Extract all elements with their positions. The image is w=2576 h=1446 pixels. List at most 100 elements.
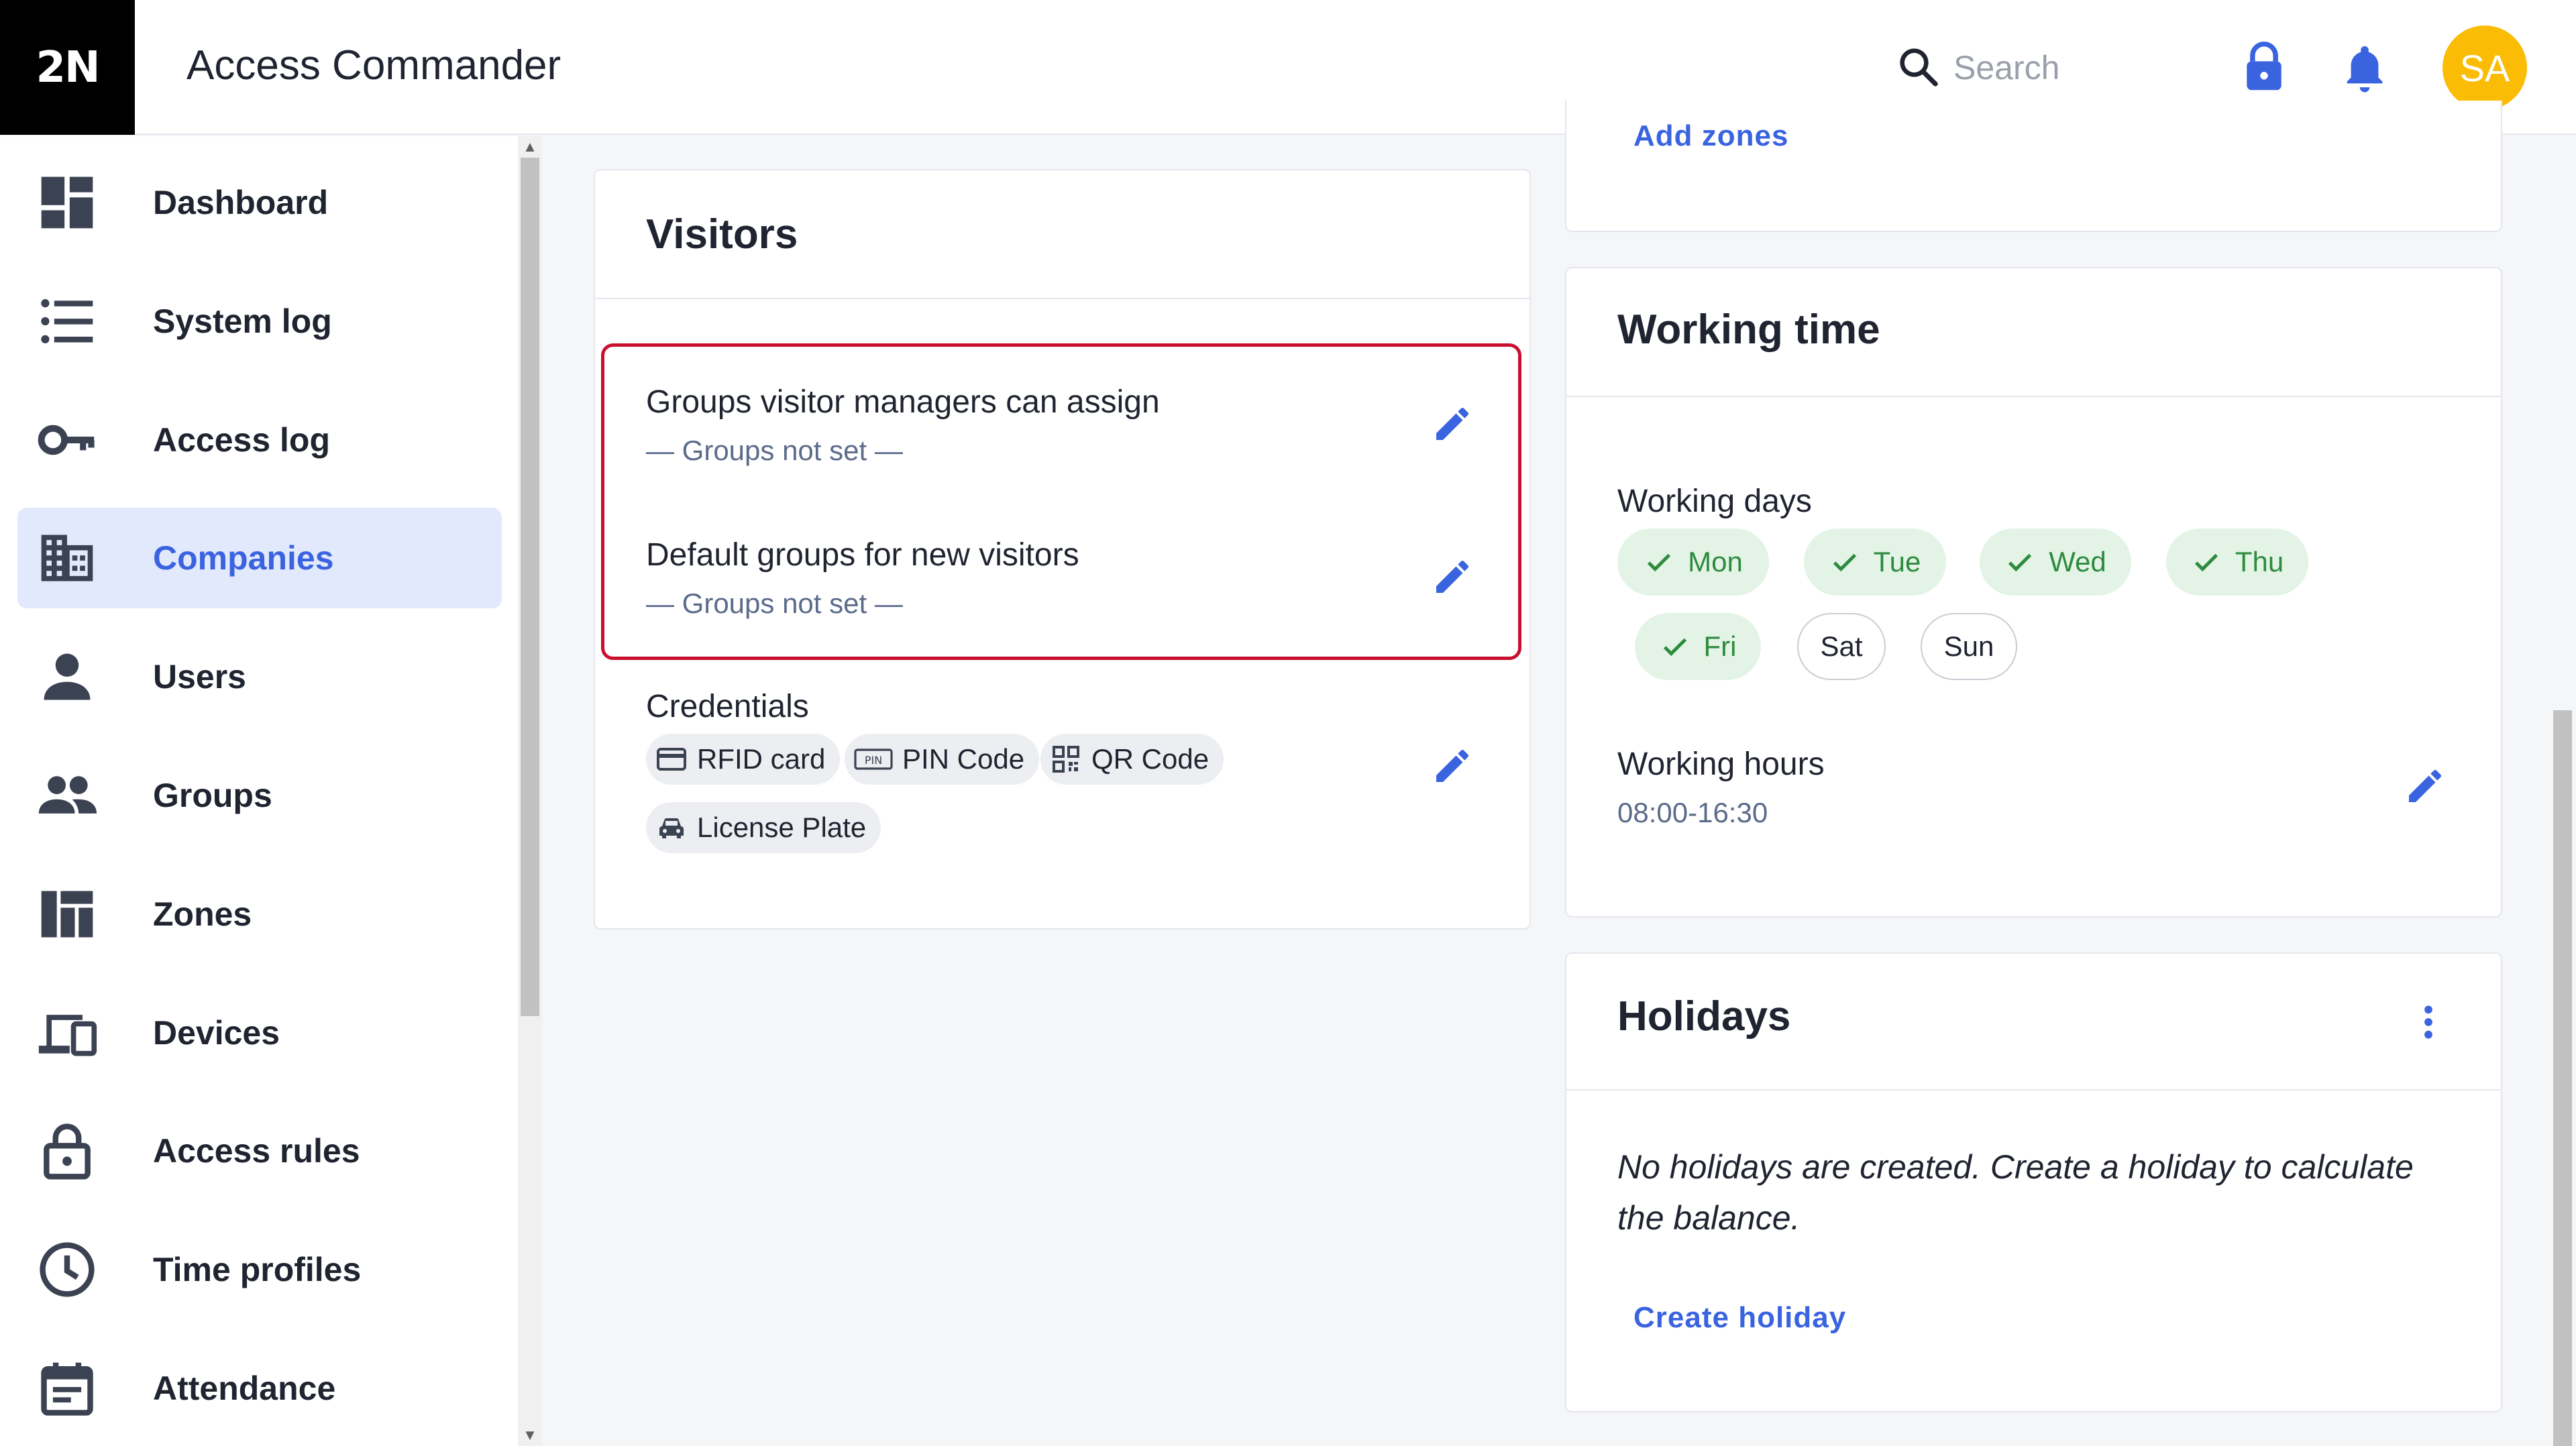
add-zones-link[interactable]: Add zones [1633,119,1788,153]
visitors-title: Visitors [646,211,798,258]
devices-icon [38,1015,97,1056]
check-icon [1648,553,1671,572]
dashboard-icon [41,176,93,229]
edit-working-hours-icon[interactable] [2404,765,2447,808]
scroll-thumb[interactable] [521,158,539,1016]
highlight-box [601,343,1521,660]
working-days-label: Working days [1617,484,1812,519]
sidebar-item-label: Groups [153,777,272,814]
card-divider [1566,396,2501,397]
sidebar-item-zones[interactable]: Zones [17,864,502,964]
scroll-up-arrow[interactable]: ▲ [518,136,542,158]
sidebar-item-label: Attendance [153,1370,336,1407]
sidebar-item-companies[interactable]: Companies [17,508,502,608]
sidebar-item-label: Devices [153,1014,280,1052]
sidebar-item-label: Access log [153,421,331,459]
sidebar-item-access-rules[interactable]: Access rules [17,1101,502,1201]
sidebar-item-access-log[interactable]: Access log [17,390,502,490]
app-title: Access Commander [186,42,561,89]
sidebar-item-groups[interactable]: Groups [17,745,502,846]
credential-chip-license-plate: License Plate [646,802,881,853]
sidebar-item-devices[interactable]: Devices [17,983,502,1083]
search-input[interactable] [1953,43,2208,93]
holidays-title: Holidays [1617,993,1791,1040]
day-label: Wed [2049,546,2106,577]
day-label: Sat [1820,630,1863,662]
key-icon [38,425,95,455]
day-label: Fri [1703,630,1737,662]
lock-icon[interactable] [2241,40,2288,94]
car-icon [659,818,684,838]
person-icon [44,653,91,700]
sidebar-scrollbar[interactable]: ▲ ▼ [518,136,542,1446]
edit-credentials-icon[interactable] [1431,744,1474,787]
credential-chip-qr: QR Code [1040,734,1224,785]
sidebar-item-dashboard[interactable]: Dashboard [17,152,502,253]
check-icon [1833,553,1856,572]
building-icon [41,535,93,581]
day-chip-sun[interactable]: Sun [1921,613,2017,680]
working-hours-label: Working hours [1617,746,1825,782]
sidebar-item-label: Access rules [153,1132,360,1170]
day-chip-wed[interactable]: Wed [1980,529,2131,596]
sidebar-item-label: Companies [153,539,334,577]
check-icon [2008,553,2032,572]
holidays-card: Holidays No holidays are created. Create… [1565,952,2502,1412]
day-chip-fri[interactable]: Fri [1635,613,1761,680]
sidebar-item-label: Users [153,658,246,696]
day-chip-tue[interactable]: Tue [1804,529,1946,596]
day-label: Sun [1943,630,1994,662]
brand-logo[interactable]: 2N [0,0,135,135]
holidays-empty-text-line1: No holidays are created. Create a holida… [1617,1148,2414,1186]
day-chip-sat[interactable]: Sat [1797,613,1886,680]
credential-chip-pin: PIN PIN Code [845,734,1040,785]
day-chip-thu[interactable]: Thu [2166,529,2308,596]
credentials-label: Credentials [646,689,809,724]
sidebar-item-label: Dashboard [153,184,329,221]
avatar[interactable]: SA [2443,25,2527,110]
clock-icon [40,1242,95,1297]
zones-card: Add zones [1565,101,2502,232]
day-label: Thu [2235,546,2284,577]
zones-icon [41,891,93,938]
sidebar-item-attendance[interactable]: Attendance [17,1338,502,1439]
calendar-icon [41,1362,93,1416]
search-icon[interactable] [1896,44,1940,89]
sidebar-item-system-log[interactable]: System log [17,271,502,372]
list-icon [41,299,93,343]
working-hours-value: 08:00-16:30 [1617,797,1768,828]
day-label: Tue [1873,546,1921,577]
day-chip-mon[interactable]: Mon [1617,529,1769,596]
pin-icon: PIN [854,748,893,770]
create-holiday-link[interactable]: Create holiday [1633,1301,1846,1335]
chip-label: PIN Code [902,743,1025,775]
sidebar-item-time-profiles[interactable]: Time profiles [17,1219,502,1320]
chip-label: RFID card [697,743,826,775]
lock-icon [44,1123,91,1180]
page-scroll-thumb[interactable] [2553,710,2572,1446]
card-divider [1566,1089,2501,1091]
sidebar-item-users[interactable]: Users [17,626,502,727]
check-icon [1663,638,1686,657]
sidebar-item-label: System log [153,302,332,340]
chip-label: License Plate [697,812,867,843]
working-time-card: Working time Working days Mon Tue Wed Th… [1565,267,2502,917]
card-icon [657,748,686,771]
credential-chip-rfid: RFID card [646,734,841,785]
chip-label: QR Code [1091,743,1210,775]
page-scrollbar[interactable] [2549,136,2576,1446]
check-icon [2194,553,2218,572]
card-divider [595,298,1529,299]
working-time-title: Working time [1617,307,1880,353]
sidebar-item-label: Time profiles [153,1251,362,1288]
more-vert-icon[interactable] [2410,1001,2447,1044]
day-label: Mon [1688,546,1743,577]
sidebar-item-label: Zones [153,895,252,933]
people-icon [38,776,97,814]
qr-icon [1053,746,1079,773]
bell-icon[interactable] [2341,42,2388,94]
holidays-empty-text-line2: the balance. [1617,1199,1801,1237]
scroll-down-arrow[interactable]: ▼ [518,1425,542,1446]
svg-text:PIN: PIN [865,754,882,767]
sidebar: Dashboard System log Access log Companie… [0,136,518,1446]
